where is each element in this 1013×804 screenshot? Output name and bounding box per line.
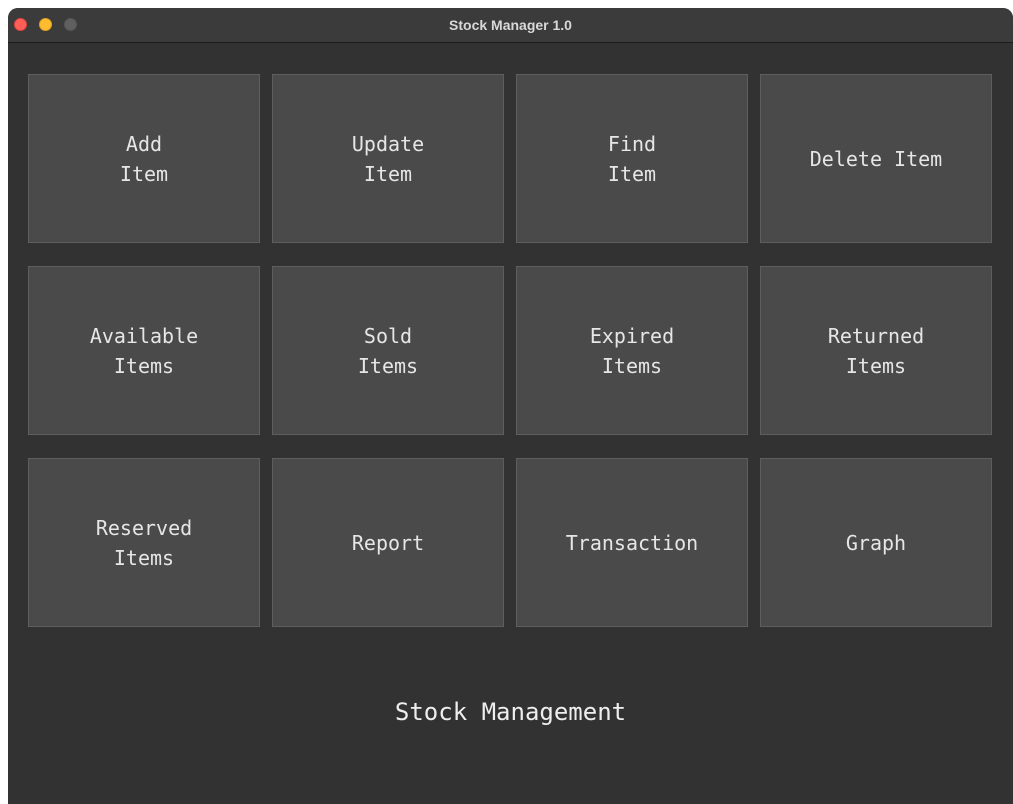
sold-items-button[interactable]: Sold Items: [272, 266, 504, 435]
action-grid: Add Item Update Item Find Item Delete It…: [28, 74, 992, 627]
returned-items-label: Returned Items: [827, 323, 925, 378]
reserved-items-label: Reserved Items: [95, 515, 193, 570]
update-item-label: Update Item: [351, 131, 425, 186]
returned-items-button[interactable]: Returned Items: [760, 266, 992, 435]
available-items-label: Available Items: [89, 323, 199, 378]
report-button[interactable]: Report: [272, 458, 504, 627]
available-items-button[interactable]: Available Items: [28, 266, 260, 435]
app-window: Stock Manager 1.0 Add Item Update Item F…: [8, 8, 1013, 804]
delete-item-label: Delete Item: [809, 146, 943, 171]
find-item-label: Find Item: [607, 131, 657, 186]
add-item-button[interactable]: Add Item: [28, 74, 260, 243]
report-label: Report: [351, 530, 425, 555]
graph-label: Graph: [845, 530, 907, 555]
window-title: Stock Manager 1.0: [449, 17, 572, 33]
update-item-button[interactable]: Update Item: [272, 74, 504, 243]
find-item-button[interactable]: Find Item: [516, 74, 748, 243]
expired-items-label: Expired Items: [589, 323, 675, 378]
transaction-label: Transaction: [565, 530, 699, 555]
title-bar[interactable]: Stock Manager 1.0: [8, 8, 1013, 43]
expired-items-button[interactable]: Expired Items: [516, 266, 748, 435]
footer-title: Stock Management: [394, 698, 627, 726]
graph-button[interactable]: Graph: [760, 458, 992, 627]
add-item-label: Add Item: [119, 131, 169, 186]
reserved-items-button[interactable]: Reserved Items: [28, 458, 260, 627]
sold-items-label: Sold Items: [357, 323, 419, 378]
transaction-button[interactable]: Transaction: [516, 458, 748, 627]
delete-item-button[interactable]: Delete Item: [760, 74, 992, 243]
